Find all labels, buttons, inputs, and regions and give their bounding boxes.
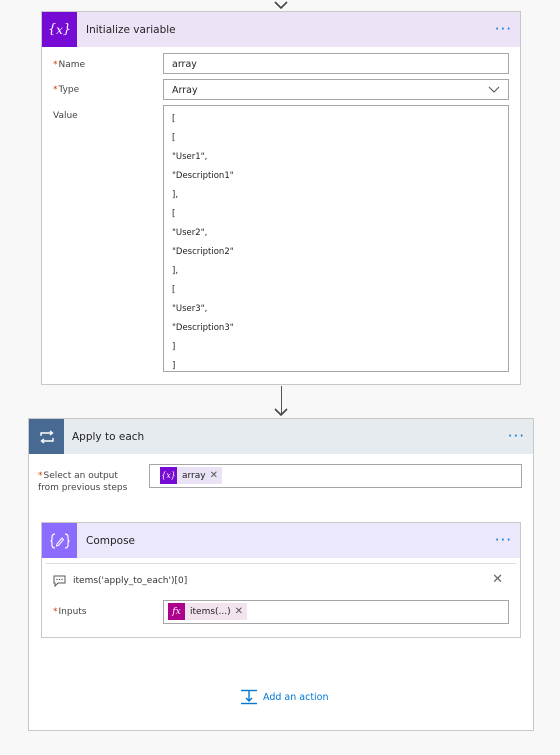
close-comment-icon[interactable]: ✕ (492, 572, 503, 587)
value-line: "User1", (172, 152, 208, 162)
compose-icon (42, 523, 77, 558)
value-line: "User3", (172, 304, 208, 314)
value-line: [ (172, 209, 176, 219)
more-options-icon[interactable]: ··· (495, 533, 512, 548)
token-label: array (182, 470, 206, 481)
compose-header[interactable]: Compose ··· (42, 523, 520, 558)
expression-token: fx items(...) ✕ (168, 603, 248, 620)
compose-title: Compose (86, 534, 136, 547)
value-line: [ (172, 133, 176, 143)
value-line: "Description2" (172, 247, 234, 257)
value-line: "User2", (172, 228, 208, 238)
value-line: [ (172, 285, 176, 295)
value-line: ], (172, 266, 179, 276)
comment-icon (53, 575, 66, 587)
name-input[interactable]: array (163, 53, 509, 74)
select-output-label: *Select an output from previous steps (38, 471, 128, 493)
initialize-variable-header[interactable]: {x} Initialize variable ··· (42, 12, 520, 47)
apply-to-each-card: Apply to each ··· *Select an output from… (28, 418, 534, 731)
chevron-down-icon (488, 86, 500, 93)
compose-card: Compose ··· items('apply_to_each')[0] ✕ … (41, 522, 521, 638)
add-action-label: Add an action (263, 691, 329, 703)
select-output-input[interactable]: {x} array ✕ (149, 464, 522, 488)
inputs-label: *Inputs (53, 607, 87, 617)
add-action-button[interactable]: Add an action (240, 689, 329, 705)
fx-icon: fx (168, 603, 185, 620)
remove-token-icon[interactable]: ✕ (210, 470, 222, 481)
value-lines: [ [ "User1", "Description1" ], [ "User2"… (172, 110, 234, 376)
apply-to-each-title: Apply to each (72, 430, 145, 443)
more-options-icon[interactable]: ··· (508, 429, 525, 444)
value-line: "Description1" (172, 171, 234, 181)
type-select[interactable]: Array (163, 79, 509, 100)
name-label: *Name (53, 60, 86, 70)
value-label: Value (53, 111, 78, 121)
more-options-icon[interactable]: ··· (495, 22, 512, 37)
apply-to-each-header[interactable]: Apply to each ··· (29, 419, 533, 454)
comment-text[interactable]: items('apply_to_each')[0] (73, 576, 187, 586)
value-line: [ (172, 114, 176, 124)
value-line: "Description3" (172, 323, 234, 333)
loop-icon (29, 419, 64, 454)
value-line: ], (172, 190, 179, 200)
token-label: items(...) (190, 606, 231, 617)
value-textarea[interactable]: [ [ "User1", "Description1" ], [ "User2"… (163, 105, 509, 372)
value-line: ] (172, 361, 176, 371)
remove-token-icon[interactable]: ✕ (235, 606, 247, 617)
initialize-variable-card: {x} Initialize variable ··· *Name array … (41, 11, 521, 385)
variable-icon: {x} (42, 12, 77, 47)
value-line: ] (172, 342, 176, 352)
variable-icon: {x} (160, 467, 177, 484)
type-label: *Type (53, 85, 80, 95)
add-action-icon (241, 689, 257, 705)
inputs-field[interactable]: fx items(...) ✕ (163, 600, 509, 624)
comment-divider (46, 563, 516, 564)
array-token: {x} array ✕ (160, 467, 222, 484)
initialize-variable-title: Initialize variable (86, 23, 176, 36)
